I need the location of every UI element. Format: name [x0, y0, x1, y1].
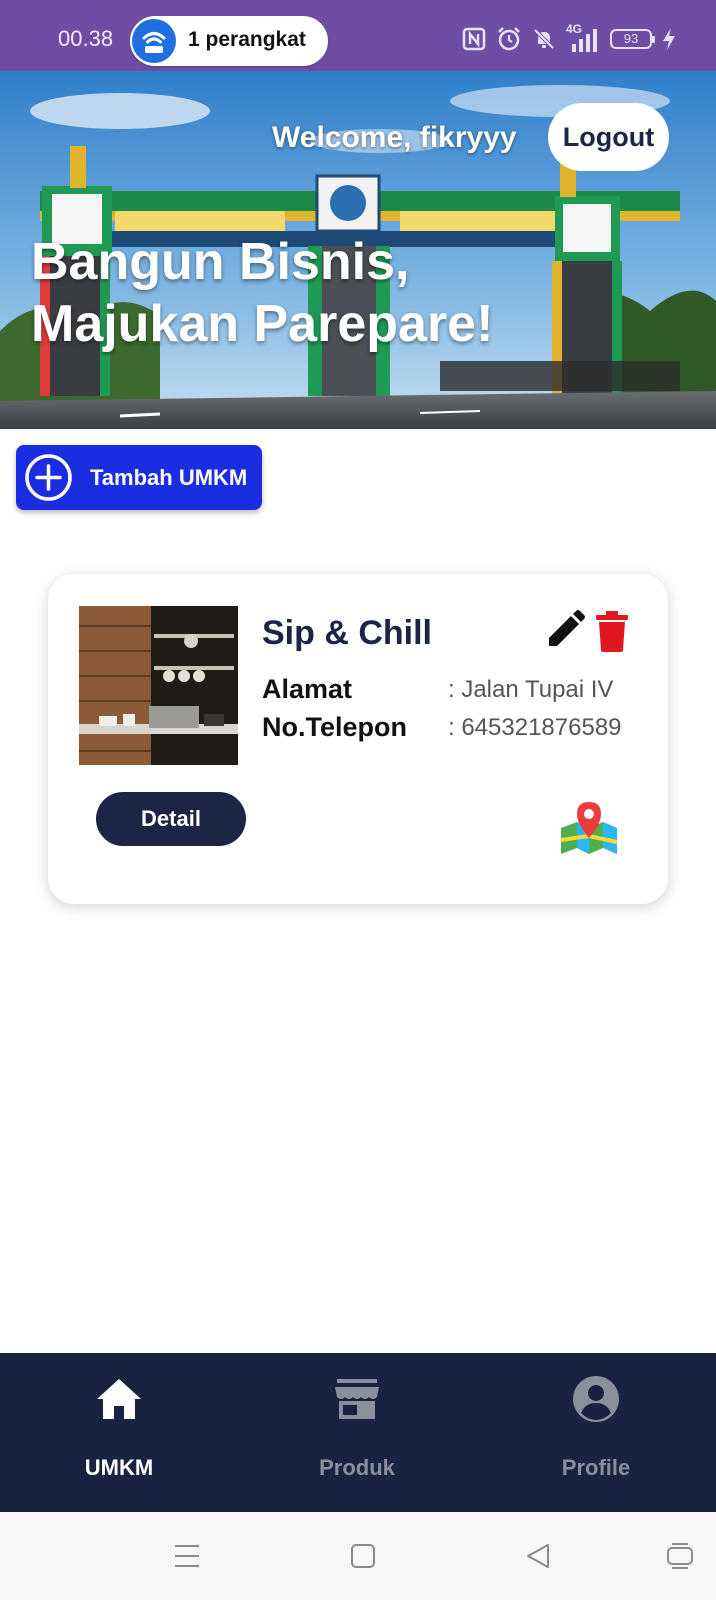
status-icons: 4G 93	[462, 22, 676, 53]
hero-title: Bangun Bisnis, Majukan Parepare!	[31, 231, 591, 355]
hero-title-line-2: Majukan Parepare!	[31, 295, 494, 353]
network-type: 4G	[566, 22, 600, 52]
signal-icon	[572, 29, 597, 52]
logout-button[interactable]: Logout	[548, 103, 669, 171]
umkm-thumbnail	[79, 606, 238, 765]
plus-circle-icon	[25, 454, 72, 501]
delete-icon[interactable]	[594, 610, 630, 652]
status-bar: 00.38 1 perangkat 4G 93	[0, 0, 716, 71]
mute-icon	[533, 28, 555, 50]
hotspot-indicator[interactable]: 1 perangkat	[130, 16, 328, 66]
address-value: : Jalan Tupai IV	[448, 676, 614, 703]
phone-label: No.Telepon	[262, 712, 407, 742]
system-navigation-bar	[0, 1512, 716, 1600]
charging-icon	[663, 28, 675, 50]
umkm-card: Sip & Chill Alamat : Jalan Tupai IV No.T…	[48, 574, 668, 904]
status-time: 00.38	[58, 26, 114, 51]
store-icon	[335, 1379, 379, 1419]
back-icon[interactable]	[522, 1540, 554, 1572]
nav-item-umkm[interactable]: UMKM	[0, 1353, 238, 1512]
bottom-navigation: UMKM Produk Profile	[0, 1353, 716, 1512]
address-label: Alamat	[262, 674, 353, 704]
add-umkm-button[interactable]: Tambah UMKM	[16, 445, 262, 510]
welcome-text: Welcome, fikryyy	[272, 121, 517, 154]
home-icon	[97, 1379, 141, 1419]
nav-item-profile[interactable]: Profile	[477, 1353, 715, 1512]
hero-banner: Welcome, fikryyy Logout Bangun Bisnis, M…	[0, 71, 716, 429]
nav-label-umkm: UMKM	[84, 1455, 154, 1480]
profile-icon	[573, 1376, 619, 1422]
nav-item-produk[interactable]: Produk	[238, 1353, 476, 1512]
edit-icon[interactable]	[545, 610, 585, 650]
battery-icon: 93	[610, 29, 655, 49]
home-square-icon[interactable]	[347, 1540, 379, 1572]
phone-value: : 645321876589	[448, 714, 622, 741]
hero-title-line-1: Bangun Bisnis,	[31, 233, 410, 291]
nav-label-profile: Profile	[561, 1455, 631, 1480]
nfc-icon	[462, 27, 486, 51]
umkm-name: Sip & Chill	[262, 614, 432, 652]
add-umkm-label: Tambah UMKM	[90, 465, 248, 490]
menu-icon[interactable]	[171, 1540, 203, 1572]
screen-rotate-icon[interactable]	[664, 1540, 696, 1572]
hotspot-icon	[132, 19, 176, 63]
detail-button[interactable]: Detail	[96, 792, 246, 846]
hotspot-text: 1 perangkat	[188, 28, 306, 51]
alarm-icon	[498, 27, 520, 51]
map-icon[interactable]	[559, 800, 619, 856]
nav-label-produk: Produk	[319, 1455, 395, 1480]
